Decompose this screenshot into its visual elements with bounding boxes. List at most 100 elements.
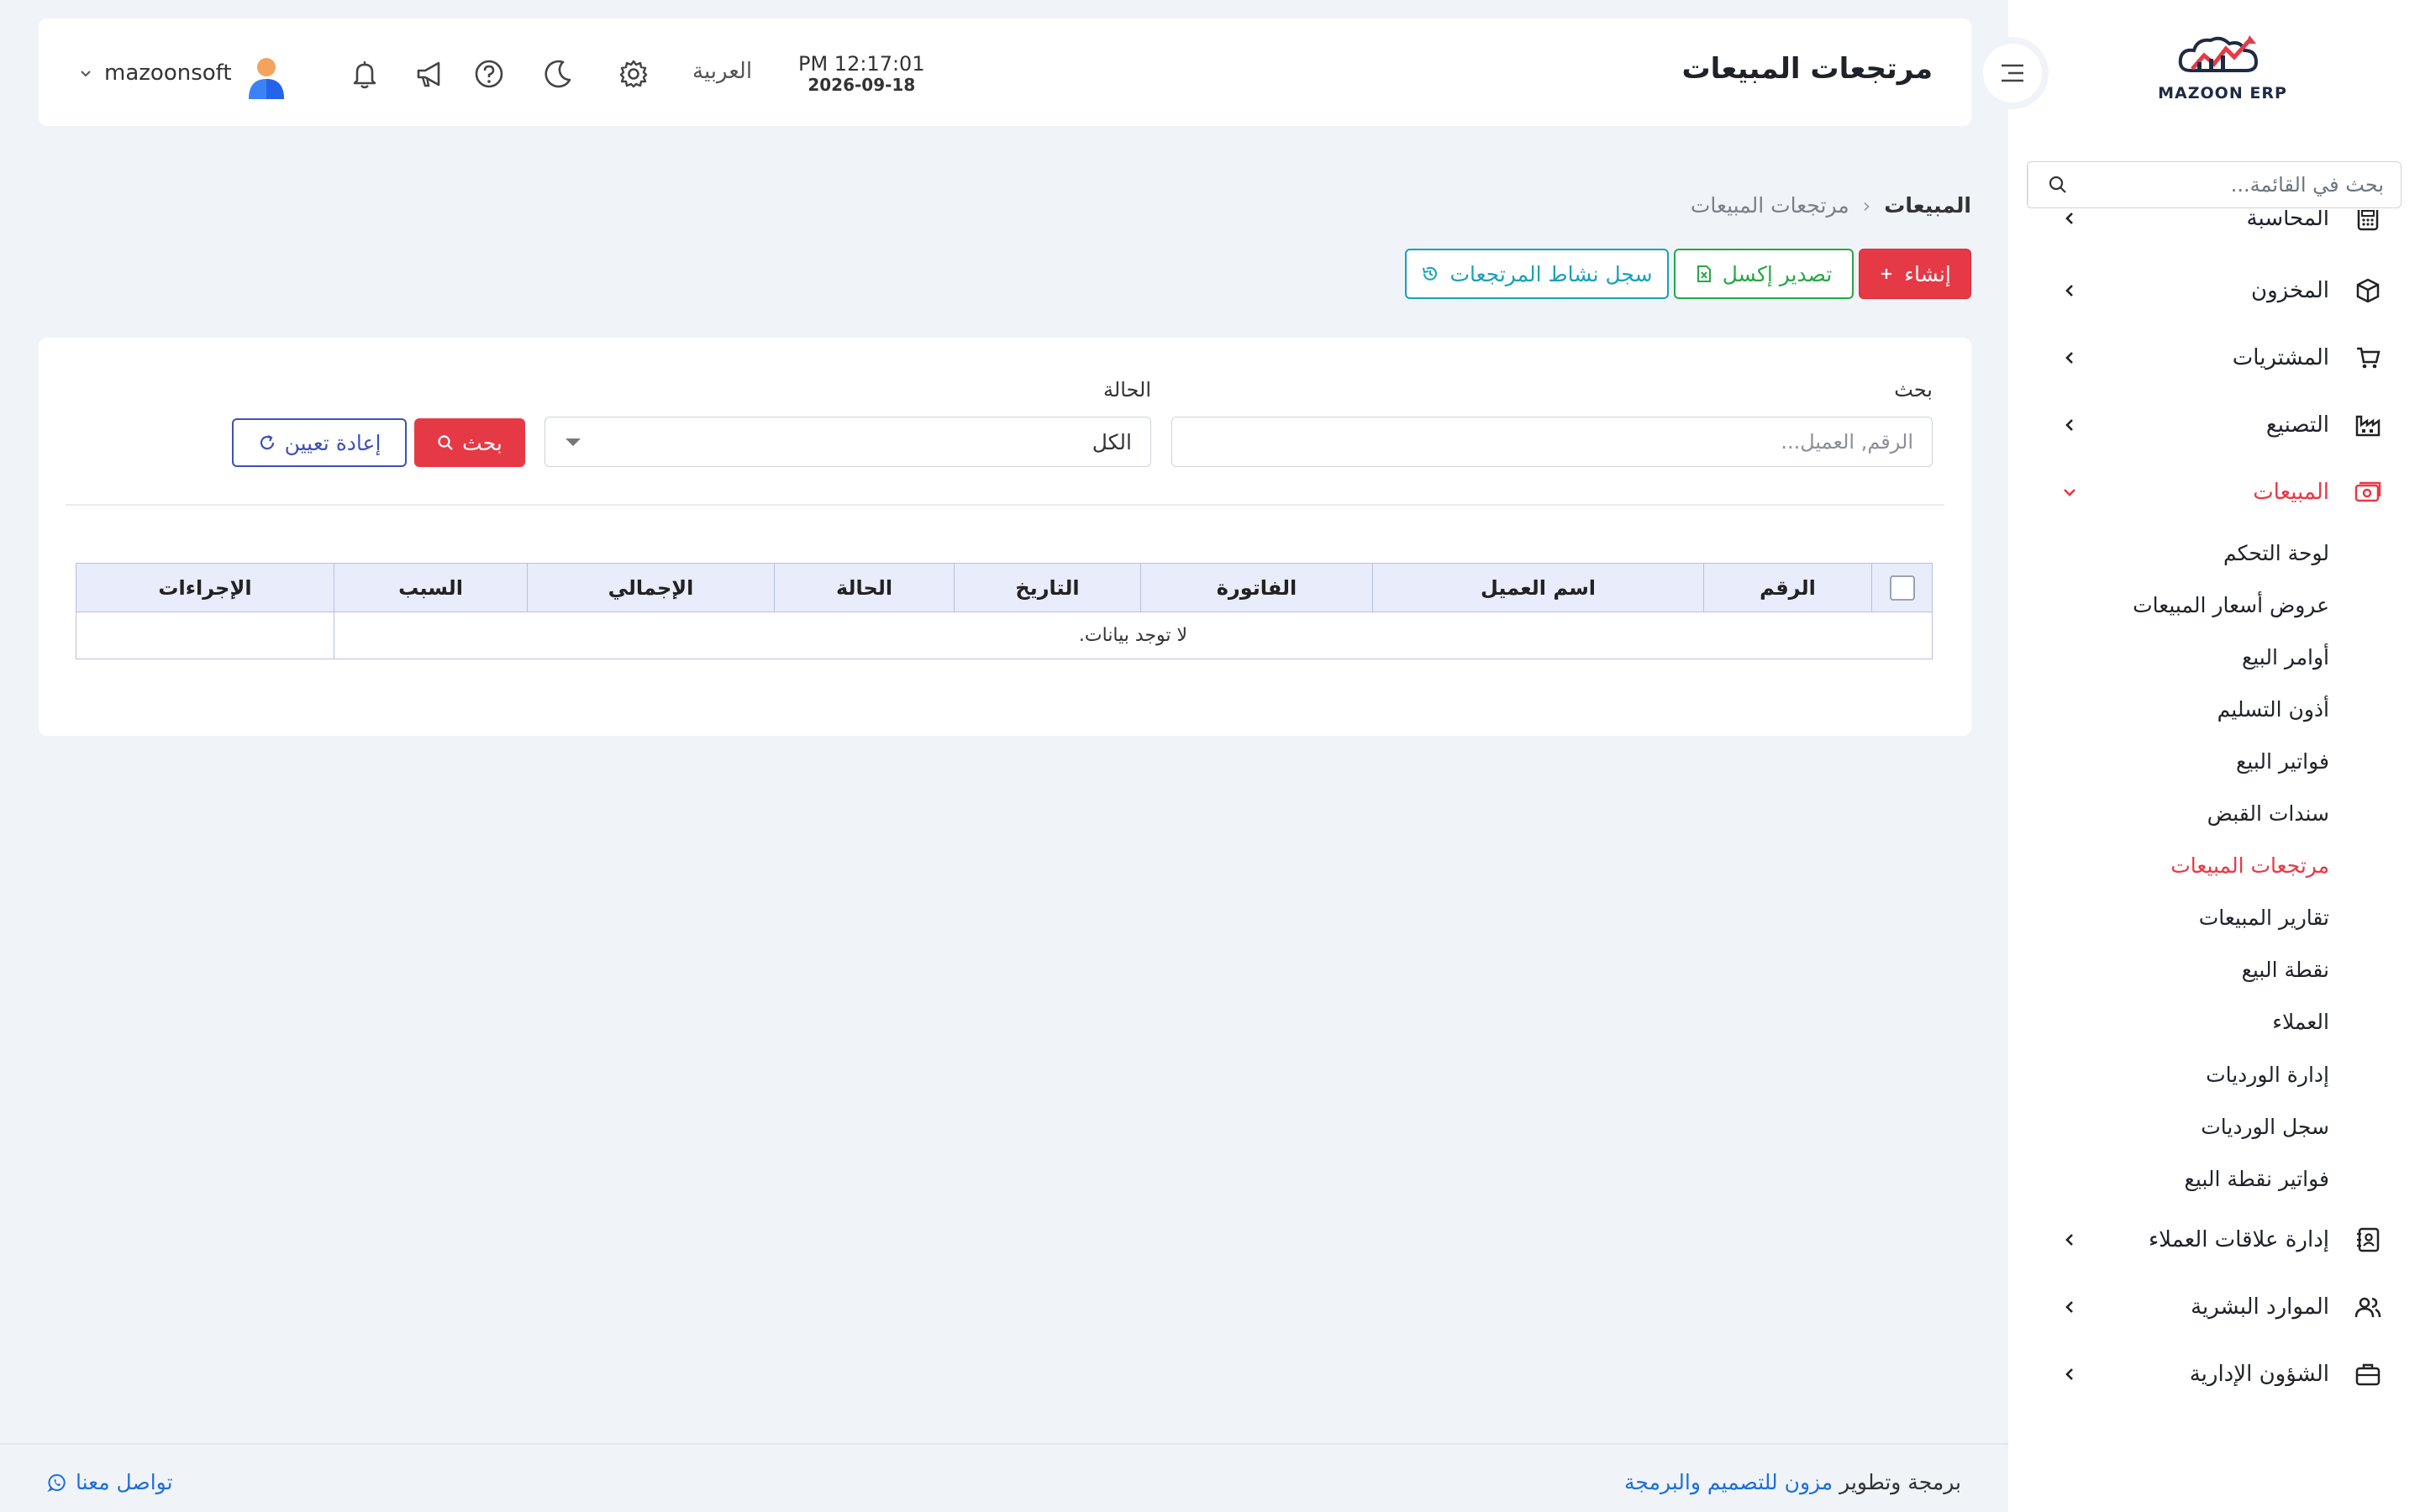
sidebar-subitem-shift-log[interactable]: سجل الورديات [2201, 1110, 2329, 1144]
sidebar-item-admin[interactable]: الشؤون الإدارية [2008, 1349, 2420, 1386]
sidebar-item-hr[interactable]: الموارد البشرية [2008, 1282, 2420, 1332]
logo[interactable]: MAZOON ERP [2143, 32, 2302, 116]
chevron-down-icon [2057, 480, 2082, 505]
sidebar-item-inventory[interactable]: المخزون [2008, 265, 2420, 316]
sidebar-item-label: المشتريات [2232, 345, 2329, 370]
search-button[interactable]: بحث [414, 418, 525, 467]
bell-icon[interactable] [346, 55, 383, 92]
col-number[interactable]: الرقم [1703, 563, 1872, 612]
sidebar-item-purchases[interactable]: المشتريات [2008, 333, 2420, 383]
sidebar-subitem-pos[interactable]: نقطة البيع [2242, 953, 2329, 987]
activity-log-button[interactable]: سجل نشاط المرتجعات [1405, 249, 1669, 299]
sidebar-subitem-delivery-notes[interactable]: أذون التسليم [2217, 693, 2329, 727]
sidebar-subitem-receipts[interactable]: سندات القبض [2207, 797, 2329, 831]
sidebar-toggle[interactable] [1976, 37, 2049, 109]
sidebar-subitem-sales-orders[interactable]: أوامر البيع [2242, 641, 2329, 675]
sidebar-subitem-quotations[interactable]: عروض أسعار المبيعات [2133, 589, 2329, 622]
whatsapp-icon [47, 1473, 67, 1493]
table-row: لا توجد بيانات. [76, 612, 1933, 659]
factory-icon [2351, 408, 2385, 442]
username: mazoonsoft [104, 60, 232, 86]
money-icon [2351, 475, 2385, 509]
sidebar-item-sales[interactable]: المبيعات [2008, 467, 2420, 517]
sidebar-subitem-sales-invoices[interactable]: فواتير البيع [2236, 745, 2329, 779]
caret-down-icon [564, 436, 582, 448]
sidebar-subitem-sales-returns[interactable]: مرتجعات المبيعات [2170, 849, 2329, 883]
search-icon[interactable] [2028, 162, 2086, 207]
box-icon [2351, 274, 2385, 307]
chevron-left-icon [2057, 278, 2082, 303]
megaphone-icon[interactable] [412, 55, 449, 92]
sidebar-item-manufacturing[interactable]: التصنيع [2008, 400, 2420, 450]
language-switch[interactable]: العربية [692, 59, 752, 84]
col-customer[interactable]: اسم العميل [1372, 563, 1704, 612]
sidebar-subitem-dashboard[interactable]: لوحة التحكم [2223, 537, 2329, 570]
sidebar-item-accounting[interactable]: المحاسبة [2008, 210, 2420, 244]
user-menu[interactable]: mazoonsoft [79, 60, 232, 86]
search-icon [437, 434, 454, 451]
chevron-left-icon [2057, 1362, 2082, 1386]
top-bar: مرتجعات المبيعات PM 12:17:01 2026-09-18 … [39, 18, 1971, 126]
chevron-left-icon [2057, 1294, 2082, 1320]
avatar[interactable] [245, 54, 287, 101]
plus-icon [1879, 266, 1894, 281]
export-excel-button[interactable]: تصدير إكسل [1674, 249, 1854, 299]
col-invoice[interactable]: الفاتورة [1140, 563, 1373, 612]
sidebar-item-label: المخزون [2251, 278, 2329, 303]
gear-icon[interactable] [615, 55, 652, 92]
footer-brand-link[interactable]: مزون للتصميم والبرمجة [1624, 1470, 1833, 1494]
sidebar: MAZOON ERP المحاسبة المخزون [2008, 0, 2420, 1512]
contacts-icon [2351, 1223, 2385, 1257]
col-reason[interactable]: السبب [334, 563, 528, 612]
logo-mark-icon [2178, 35, 2259, 72]
footer-credit-prefix: برمجة وتطوير [1839, 1470, 1961, 1494]
reset-button[interactable]: إعادة تعيين [232, 418, 407, 467]
chevron-left-icon [2057, 1227, 2082, 1252]
filter-card: بحث الحالة الكل بحث إعادة تعيين الرقم اس… [39, 338, 1971, 736]
search-input[interactable] [1171, 417, 1933, 467]
sidebar-item-label: المحاسبة [2246, 210, 2329, 231]
select-all-cell [1871, 563, 1933, 612]
sidebar-subitem-customers[interactable]: العملاء [2272, 1005, 2329, 1039]
page-title: مرتجعات المبيعات [1681, 52, 1933, 86]
calculator-icon [2351, 210, 2385, 235]
help-icon[interactable] [471, 55, 508, 92]
status-select-value: الكل [1092, 429, 1132, 454]
clock: PM 12:17:01 2026-09-18 [798, 52, 925, 94]
activity-log-label: سجل نشاط المرتجعات [1449, 261, 1653, 286]
sidebar-item-crm[interactable]: إدارة علاقات العملاء [2008, 1215, 2420, 1265]
contact-label: تواصل معنا [76, 1470, 173, 1494]
sidebar-item-label: الشؤون الإدارية [2189, 1362, 2329, 1386]
col-total[interactable]: الإجمالي [527, 563, 775, 612]
footer: برمجة وتطوير مزون للتصميم والبرمجة تواصل… [0, 1443, 2008, 1512]
col-date[interactable]: التاريخ [954, 563, 1141, 612]
menu-icon [2002, 64, 2023, 82]
sidebar-menu: المحاسبة المخزون المشتريات التصنيع المبي… [2008, 210, 2420, 1386]
clock-time: PM 12:17:01 [798, 52, 925, 76]
sidebar-subitem-shift-management[interactable]: إدارة الورديات [2206, 1058, 2329, 1092]
empty-message: لا توجد بيانات. [334, 612, 1933, 659]
sidebar-search-input[interactable] [2086, 162, 2401, 207]
sidebar-item-label: الموارد البشرية [2191, 1294, 2329, 1320]
breadcrumb-root[interactable]: المبيعات [1884, 193, 1971, 218]
divider [66, 504, 1944, 506]
returns-table: الرقم اسم العميل الفاتورة التاريخ الحالة… [76, 563, 1933, 659]
status-select[interactable]: الكل [544, 417, 1151, 467]
excel-file-icon [1696, 265, 1712, 283]
search-button-label: بحث [462, 430, 502, 455]
refresh-icon [258, 433, 276, 452]
empty-actions-cell [76, 612, 334, 659]
create-button[interactable]: إنشاء [1859, 249, 1971, 299]
sidebar-item-label: المبيعات [2253, 480, 2329, 505]
chevron-left-icon [2057, 412, 2082, 438]
select-all-checkbox[interactable] [1889, 575, 1915, 601]
moon-icon[interactable] [539, 55, 576, 92]
breadcrumb-current: مرتجعات المبيعات [1690, 193, 1849, 218]
sidebar-search [2027, 161, 2402, 208]
export-excel-label: تصدير إكسل [1722, 261, 1833, 286]
col-status[interactable]: الحالة [774, 563, 955, 612]
sidebar-subitem-sales-reports[interactable]: تقارير المبيعات [2199, 901, 2329, 935]
col-actions: الإجراءات [76, 563, 334, 612]
contact-link[interactable]: تواصل معنا [47, 1470, 173, 1494]
sidebar-subitem-pos-invoices[interactable]: فواتير نقطة البيع [2185, 1163, 2329, 1196]
